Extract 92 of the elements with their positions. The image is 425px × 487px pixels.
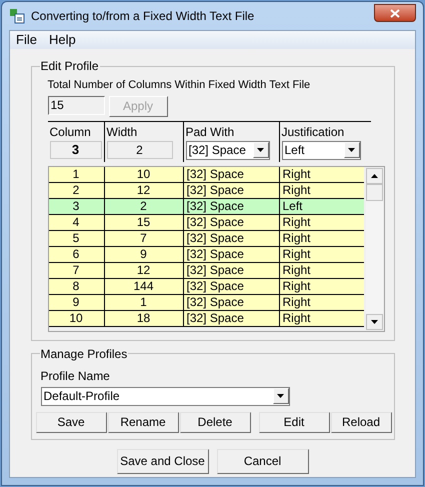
table-cell: [32] Space: [184, 294, 280, 310]
table-cell: [32] Space: [184, 246, 280, 262]
dropdown-arrow-icon: [257, 148, 264, 152]
table-cell: [32] Space: [184, 230, 280, 246]
menu-item[interactable]: Help: [44, 30, 81, 50]
grid-row[interactable]: 7 12 [32] Space Right: [48, 262, 364, 278]
profile-button[interactable]: Save: [36, 412, 106, 432]
profile-button[interactable]: Edit: [258, 412, 330, 432]
app-icon: [9, 8, 25, 24]
table-cell: 7: [104, 230, 184, 246]
field-label: Total Number of Columns Within Fixed Width Text File: [48, 78, 312, 93]
grid-row[interactable]: 1 10 [32] Space Right: [48, 166, 364, 182]
grid-row[interactable]: 4 15 [32] Space Right: [48, 214, 364, 230]
dropdown-value: [32] Space: [188, 142, 246, 159]
group-title: Manage Profiles: [40, 346, 128, 362]
table-cell: [32] Space: [184, 198, 280, 214]
grid-row[interactable]: 8 144 [32] Space Right: [48, 278, 364, 294]
table-cell: 8: [48, 278, 104, 294]
table-cell: 10: [48, 310, 104, 326]
table-cell-text: Right: [282, 246, 312, 262]
table-cell: 3: [48, 198, 104, 214]
dialog-button[interactable]: Cancel: [216, 448, 308, 474]
window-title: Converting to/from a Fixed Width Text File: [31, 8, 256, 25]
table-cell: 9: [104, 246, 184, 262]
scroll-down-button[interactable]: [366, 314, 382, 330]
dropdown-button[interactable]: [344, 142, 360, 158]
table-cell: [32] Space: [184, 278, 280, 294]
table-cell: 7: [48, 262, 104, 278]
table-cell-text: Right: [282, 310, 312, 326]
table-cell: 2: [48, 182, 104, 198]
dropdown-arrow-icon: [348, 148, 355, 152]
table-cell: 9: [48, 294, 104, 310]
dropdown-value: Default-Profile: [44, 388, 120, 405]
table-cell: 2: [104, 198, 184, 214]
close-button[interactable]: [374, 4, 416, 22]
table-cell: [32] Space: [184, 182, 280, 198]
table-cell: 1: [48, 166, 104, 182]
table-cell-text: Right: [282, 214, 312, 230]
table-cell: 4: [48, 214, 104, 230]
scrollbar[interactable]: [366, 168, 382, 330]
table-cell-text: Right: [282, 166, 312, 182]
table-cell-text: Right: [282, 182, 312, 198]
grid-row[interactable]: 10 18 [32] Space Right: [48, 310, 364, 326]
table-cell-text: Left: [282, 198, 304, 214]
field-label: Profile Name: [40, 368, 111, 384]
scroll-up-button[interactable]: [366, 168, 382, 184]
table-cell: 5: [48, 230, 104, 246]
table-cell: 1: [104, 294, 184, 310]
column-number-field: 3: [50, 140, 102, 158]
column-header: Width: [106, 126, 138, 138]
table-cell: [32] Space: [184, 166, 280, 182]
pad-with-dropdown[interactable]: [32] Space: [186, 140, 270, 160]
table-cell: 15: [104, 214, 184, 230]
input-field[interactable]: 15: [48, 96, 104, 114]
profile-dropdown[interactable]: Default-Profile: [40, 386, 290, 406]
grid-row[interactable]: 2 12 [32] Space Right: [48, 182, 364, 198]
grid-row[interactable]: 3 2 [32] Space Left: [48, 198, 364, 214]
menu-item[interactable]: File: [11, 30, 42, 50]
justification-dropdown[interactable]: Left: [282, 140, 360, 160]
dropdown-button[interactable]: [272, 388, 288, 404]
table-cell: [32] Space: [184, 310, 280, 326]
close-icon: [390, 8, 400, 18]
table-cell: 10: [104, 166, 184, 182]
group-title: Edit Profile: [40, 58, 100, 75]
grid-row[interactable]: 5 7 [32] Space Right: [48, 230, 364, 246]
table-cell-text: Right: [282, 230, 312, 246]
dropdown-arrow-icon: [277, 394, 284, 398]
dialog-button[interactable]: Save and Close: [116, 448, 208, 474]
profile-button[interactable]: Reload: [330, 412, 392, 432]
table-cell: 12: [104, 262, 184, 278]
table-cell: [32] Space: [184, 262, 280, 278]
dropdown-arrow-icon: [370, 320, 378, 324]
column-header: Pad With: [186, 126, 236, 138]
grid-row[interactable]: 6 9 [32] Space Right: [48, 246, 364, 262]
dropdown-button[interactable]: [252, 142, 268, 158]
table-cell-text: Right: [282, 278, 312, 294]
column-header: Justification: [282, 126, 346, 138]
column-header: Column: [50, 126, 92, 138]
up-arrow-icon: [370, 174, 378, 178]
table-cell-text: Right: [282, 262, 312, 278]
table-cell: 12: [104, 182, 184, 198]
profile-button[interactable]: Delete: [180, 412, 250, 432]
profile-button[interactable]: Rename: [108, 412, 178, 432]
table-cell: [32] Space: [184, 214, 280, 230]
grid-row[interactable]: 9 1 [32] Space Right: [48, 294, 364, 310]
width-field[interactable]: 2: [106, 140, 172, 158]
table-cell-text: Right: [282, 294, 312, 310]
dropdown-value: Left: [284, 142, 305, 159]
table-cell: 6: [48, 246, 104, 262]
table-cell: 144: [104, 278, 184, 294]
table-cell: 18: [104, 310, 184, 326]
scroll-thumb[interactable]: [366, 184, 382, 200]
